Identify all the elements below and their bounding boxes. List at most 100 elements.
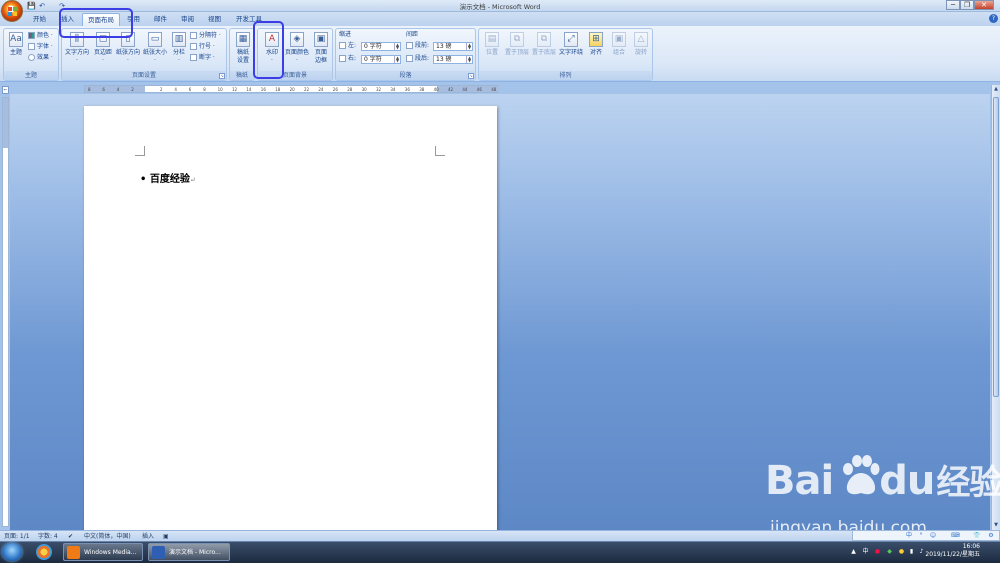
spacing-after-icon — [406, 55, 413, 62]
text-wrap-button[interactable]: ⤢ 文字环绕 — [558, 32, 584, 72]
office-button[interactable] — [1, 0, 23, 22]
ime-toolbar: 中 ° ☺ ⌨ 👕 ⚙ — [852, 530, 1000, 541]
browser-pinned-icon[interactable] — [36, 544, 52, 560]
theme-effects-button[interactable]: 效果 · — [28, 53, 53, 63]
ruler-tick: 2 — [160, 87, 163, 92]
position-button[interactable]: ▤ 位置 — [481, 32, 503, 72]
maximize-button[interactable]: ❐ — [960, 0, 974, 10]
spacing-before-input[interactable]: 13 磅 ▲ ▼ — [433, 42, 473, 51]
position-icon: ▤ — [485, 32, 499, 47]
margin-corner-mark — [135, 146, 145, 156]
indent-right-input[interactable]: 0 字符 ▲ ▼ — [361, 55, 401, 64]
paper-size-button[interactable]: ▭ 纸张大小 · — [142, 32, 168, 72]
orientation-button[interactable]: ▯ 纸张方向 · — [115, 32, 141, 72]
ime-punct-icon[interactable]: ° — [917, 532, 925, 540]
ruler-tick: 10 — [217, 87, 223, 92]
tray-update-icon[interactable]: ● — [898, 548, 905, 555]
palette-icon — [28, 32, 35, 39]
indent-left-input[interactable]: 0 字符 ▲ ▼ — [361, 42, 401, 51]
close-button[interactable]: ✕ — [974, 0, 994, 10]
minimize-button[interactable]: ─ — [946, 0, 960, 10]
taskbar-app-word[interactable]: 演示文档 - Micro... — [148, 543, 230, 561]
page-borders-button[interactable]: ▣ 页面 边框 — [310, 32, 332, 72]
baidu-watermark-logo: Bai du经验 — [765, 458, 1000, 504]
taskbar-app-media[interactable]: Windows Media... — [63, 543, 143, 561]
tab-home[interactable]: 开始 — [28, 13, 51, 26]
ime-mode-icon[interactable]: 中 — [905, 532, 913, 540]
tab-view[interactable]: 视图 — [203, 13, 226, 26]
breaks-button[interactable]: 分隔符 · — [190, 31, 221, 41]
tray-security-icon[interactable]: ● — [874, 548, 881, 555]
start-button[interactable] — [2, 543, 22, 561]
scroll-up-icon[interactable]: ▲ — [993, 86, 999, 93]
theme-icon: Aa — [9, 32, 23, 47]
text-wrap-icon: ⤢ — [564, 32, 578, 47]
manuscript-settings-button[interactable]: ▦ 稿纸 设置 — [232, 32, 254, 72]
undo-icon[interactable]: ↶ — [38, 2, 46, 10]
page-color-button[interactable]: ◈ 页面颜色 · — [285, 32, 309, 72]
spin-arrows-icon[interactable]: ▲ ▼ — [394, 43, 400, 50]
document-paragraph[interactable]: • 百度经验↵ — [140, 170, 196, 185]
tab-review[interactable]: 审阅 — [176, 13, 199, 26]
ruler-tick: 38 — [419, 87, 425, 92]
ruler-tick: 44 — [462, 87, 468, 92]
tray-expand-icon[interactable]: ▲ — [850, 548, 857, 555]
spin-arrows-icon[interactable]: ▲ ▼ — [466, 56, 472, 63]
tray-app-icon[interactable]: ◆ — [886, 548, 893, 555]
align-button[interactable]: ⊞ 对齐 — [585, 32, 607, 72]
group-arrange: ▤ 位置 ⧉ 置于顶层 ⧉ 置于底层 ⤢ 文字环绕 ⊞ 对齐 ▣ 组合 △ 旋转… — [478, 28, 653, 81]
group-arrange-label: 排列 — [479, 71, 652, 80]
line-numbers-icon — [190, 43, 197, 50]
columns-button[interactable]: ▥ 分栏 · — [169, 32, 189, 72]
tab-mailings[interactable]: 邮件 — [149, 13, 172, 26]
group-manuscript-label: 稿纸 — [230, 71, 254, 80]
theme-fonts-button[interactable]: 字体 · — [28, 42, 53, 52]
save-icon[interactable]: 💾 — [27, 2, 36, 10]
ime-skin-icon[interactable]: 👕 — [973, 532, 981, 540]
ruler-tick: 30 — [361, 87, 367, 92]
ruler-tick: 14 — [246, 87, 252, 92]
scroll-down-icon[interactable]: ▼ — [993, 522, 999, 529]
bring-to-front-button[interactable]: ⧉ 置于顶层 — [504, 32, 530, 72]
margins-button[interactable]: ▢ 页边距 · — [91, 32, 115, 72]
status-bar: 页面: 1/1 字数: 4 ✔ 中文(简体，中国) 插入 ▣ — [0, 530, 1000, 541]
network-icon[interactable]: ▮ — [908, 548, 915, 555]
ime-settings-icon[interactable]: ⚙ — [987, 532, 995, 540]
vertical-ruler[interactable] — [2, 97, 9, 527]
group-theme-label: 主题 — [4, 71, 58, 80]
ime-keyboard-icon[interactable]: ⌨ — [951, 532, 960, 540]
ruler-tick: 18 — [275, 87, 281, 92]
tray-ime-icon[interactable]: 中 — [862, 548, 869, 555]
breaks-icon — [190, 32, 197, 39]
taskbar-clock[interactable]: 16:06 2019/11/22/星期五 — [920, 543, 980, 559]
line-numbers-button[interactable]: 行号 · — [190, 42, 215, 52]
ruler-tick: 2 — [131, 87, 134, 92]
document-text[interactable]: 百度经验 — [150, 174, 190, 185]
spin-arrows-icon[interactable]: ▲ ▼ — [466, 43, 472, 50]
spin-arrows-icon[interactable]: ▲ ▼ — [394, 56, 400, 63]
group-objects-button[interactable]: ▣ 组合 — [608, 32, 630, 72]
ruler-tick: 34 — [390, 87, 396, 92]
group-page-setup-label: 页面设置 — [62, 71, 226, 80]
ruler-tick: 28 — [347, 87, 353, 92]
ruler-toggle-icon[interactable]: ⌐ — [2, 86, 9, 94]
horizontal-ruler[interactable]: 8 6 4 2 2 4 6 8 10 12 14 16 18 20 22 24 26 28 30 32 34 36 38 40… — [84, 85, 499, 93]
spacing-after-input[interactable]: 13 磅 ▲ ▼ — [433, 55, 473, 64]
group-paragraph-label: 段落 — [336, 71, 475, 80]
hyphenation-button[interactable]: 断字 · — [190, 53, 215, 63]
ruler-tick: 6 — [188, 87, 192, 92]
page-setup-launcher[interactable]: ↘ — [219, 73, 225, 79]
scrollbar-thumb[interactable] — [993, 97, 999, 397]
annotation-watermark-highlight — [253, 21, 284, 79]
rotate-icon: △ — [634, 32, 648, 47]
ime-emoji-icon[interactable]: ☺ — [929, 532, 937, 540]
rotate-button[interactable]: △ 旋转 — [630, 32, 652, 72]
manuscript-icon: ▦ — [236, 32, 250, 47]
text-direction-button[interactable]: ⫼ 文字方向 · — [64, 32, 90, 72]
help-icon[interactable]: ? — [989, 14, 998, 23]
paragraph-launcher[interactable]: ↘ — [468, 73, 474, 79]
send-to-back-button[interactable]: ⧉ 置于底层 — [531, 32, 557, 72]
theme-colors-button[interactable]: 颜色 · — [28, 31, 53, 41]
ruler-tick: 36 — [404, 87, 410, 92]
theme-button[interactable]: Aa 主题 — [5, 32, 27, 72]
